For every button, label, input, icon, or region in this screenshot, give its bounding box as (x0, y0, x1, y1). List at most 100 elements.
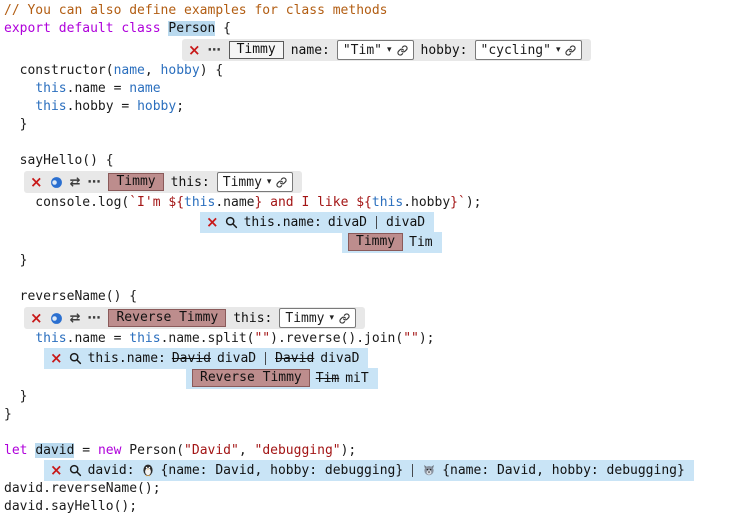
probe-widget: ×david:{name: David, hobby: debugging}{n… (44, 460, 694, 481)
search-icon[interactable] (225, 216, 238, 229)
probe-sub-widget: Reverse TimmyTimmiT (186, 368, 378, 389)
toggle-button[interactable] (50, 176, 63, 189)
divider (265, 352, 266, 365)
param-dropdown[interactable]: Timmy▾ (279, 308, 356, 328)
highlighted-identifier: david (35, 443, 74, 458)
code-token: `I'm ${ (129, 195, 184, 210)
example-chip[interactable]: Reverse Timmy (192, 369, 310, 387)
code-token: new (98, 443, 121, 458)
code-token: ); (341, 443, 357, 458)
probe-subrow: Reverse TimmyTimmiT (186, 368, 749, 388)
code-token (4, 331, 35, 346)
probe-label: david: (88, 463, 135, 478)
code-token: .hobby = (67, 99, 137, 114)
probe-label: this.name: (244, 215, 322, 230)
swap-button[interactable]: ⇄ (70, 176, 81, 189)
close-button[interactable]: × (50, 463, 63, 478)
code-token: reverseName() { (4, 289, 137, 304)
blank-line (4, 270, 749, 288)
code-token: console.log( (4, 195, 129, 210)
close-button[interactable]: × (188, 43, 201, 58)
swap-button[interactable]: ⇄ (70, 312, 81, 325)
code-token: david.reverseName(); (4, 481, 161, 496)
code-line: export default class Person { (4, 20, 749, 38)
code-token: "David" (184, 443, 239, 458)
param-label: hobby: (421, 43, 468, 58)
example-chip[interactable]: Timmy (108, 173, 163, 191)
toggle-button[interactable] (50, 312, 63, 325)
probe-value: divaD (320, 351, 359, 366)
code-token: this (184, 195, 215, 210)
link-icon[interactable] (565, 45, 576, 56)
code-token: ) { (200, 63, 223, 78)
probe-row: ×david:{name: David, hobby: debugging}{n… (44, 460, 749, 480)
param-dropdown[interactable]: "Tim"▾ (337, 40, 414, 60)
code-token: ); (419, 331, 435, 346)
chevron-down-icon: ▾ (330, 313, 335, 323)
old-value: David (275, 351, 314, 366)
code-token: , (239, 443, 255, 458)
code-line: } (4, 252, 749, 270)
code-token: } and I like ${ (254, 195, 371, 210)
code-line: this.hobby = hobby; (4, 98, 749, 116)
link-icon[interactable] (397, 45, 408, 56)
example-chip[interactable]: Timmy (348, 233, 403, 251)
code-line: constructor(name, hobby) { (4, 62, 749, 80)
example-widget: ×⇄⋯Timmythis:Timmy▾ (24, 171, 302, 193)
code-token: let (4, 443, 35, 458)
link-icon[interactable] (276, 177, 287, 188)
code-token (4, 99, 35, 114)
example-chip[interactable]: Reverse Timmy (108, 309, 226, 327)
code-token: Person( (121, 443, 184, 458)
close-button[interactable]: × (30, 175, 43, 190)
code-line: console.log(`I'm ${this.name} and I like… (4, 194, 749, 212)
wolf-icon (422, 463, 436, 477)
probe-widget: ×this.name:DaviddivaDDaviddivaD (44, 348, 368, 369)
link-icon[interactable] (339, 313, 350, 324)
code-token: } (4, 253, 27, 268)
more-button[interactable]: ⋯ (87, 312, 101, 325)
example-chip[interactable]: Timmy (229, 41, 284, 59)
code-line: } (4, 388, 749, 406)
code-line: this.name = name (4, 80, 749, 98)
code-token: hobby (137, 99, 176, 114)
code-token: // You can also define examples for clas… (4, 3, 388, 18)
more-button[interactable]: ⋯ (87, 176, 101, 189)
code-token: this (35, 81, 66, 96)
probe-sub-widget: Timmy Tim (342, 232, 442, 253)
code-token: export default class (4, 21, 168, 36)
close-button[interactable]: × (30, 311, 43, 326)
code-token: } (4, 389, 27, 404)
search-icon[interactable] (69, 464, 82, 477)
param-dropdown[interactable]: "cycling"▾ (475, 40, 583, 60)
param-dropdown[interactable]: Timmy▾ (217, 172, 294, 192)
code-token (4, 81, 35, 96)
code-line: this.name = this.name.split("").reverse(… (4, 330, 749, 348)
code-token: this (129, 331, 160, 346)
code-token: hobby (161, 63, 200, 78)
probe-value: divaD (386, 215, 425, 230)
code-editor: // You can also define examples for clas… (0, 0, 749, 516)
probe-row: ×this.name:DaviddivaDDaviddivaD (44, 348, 749, 368)
code-token: "" (403, 331, 419, 346)
code-token: name (114, 63, 145, 78)
probe-value: divaD (328, 215, 367, 230)
code-token: this (35, 99, 66, 114)
search-icon[interactable] (69, 352, 82, 365)
code-token: ).reverse().join( (270, 331, 403, 346)
example-widget: ×⋯Timmyname:"Tim"▾hobby:"cycling"▾ (182, 39, 591, 61)
close-button[interactable]: × (50, 351, 63, 366)
code-token: ); (466, 195, 482, 210)
code-line: david.reverseName(); (4, 480, 749, 498)
close-button[interactable]: × (206, 215, 219, 230)
probe-subrow: Timmy Tim (342, 232, 749, 252)
code-token: , (145, 63, 161, 78)
code-token: .name = (67, 331, 130, 346)
code-line: david.sayHello(); (4, 498, 749, 516)
param-label: this: (233, 311, 272, 326)
probe-value: Tim (409, 235, 432, 250)
code-token: constructor( (4, 63, 114, 78)
code-token: david.sayHello(); (4, 499, 137, 514)
blank-line (4, 424, 749, 442)
more-button[interactable]: ⋯ (208, 44, 222, 57)
